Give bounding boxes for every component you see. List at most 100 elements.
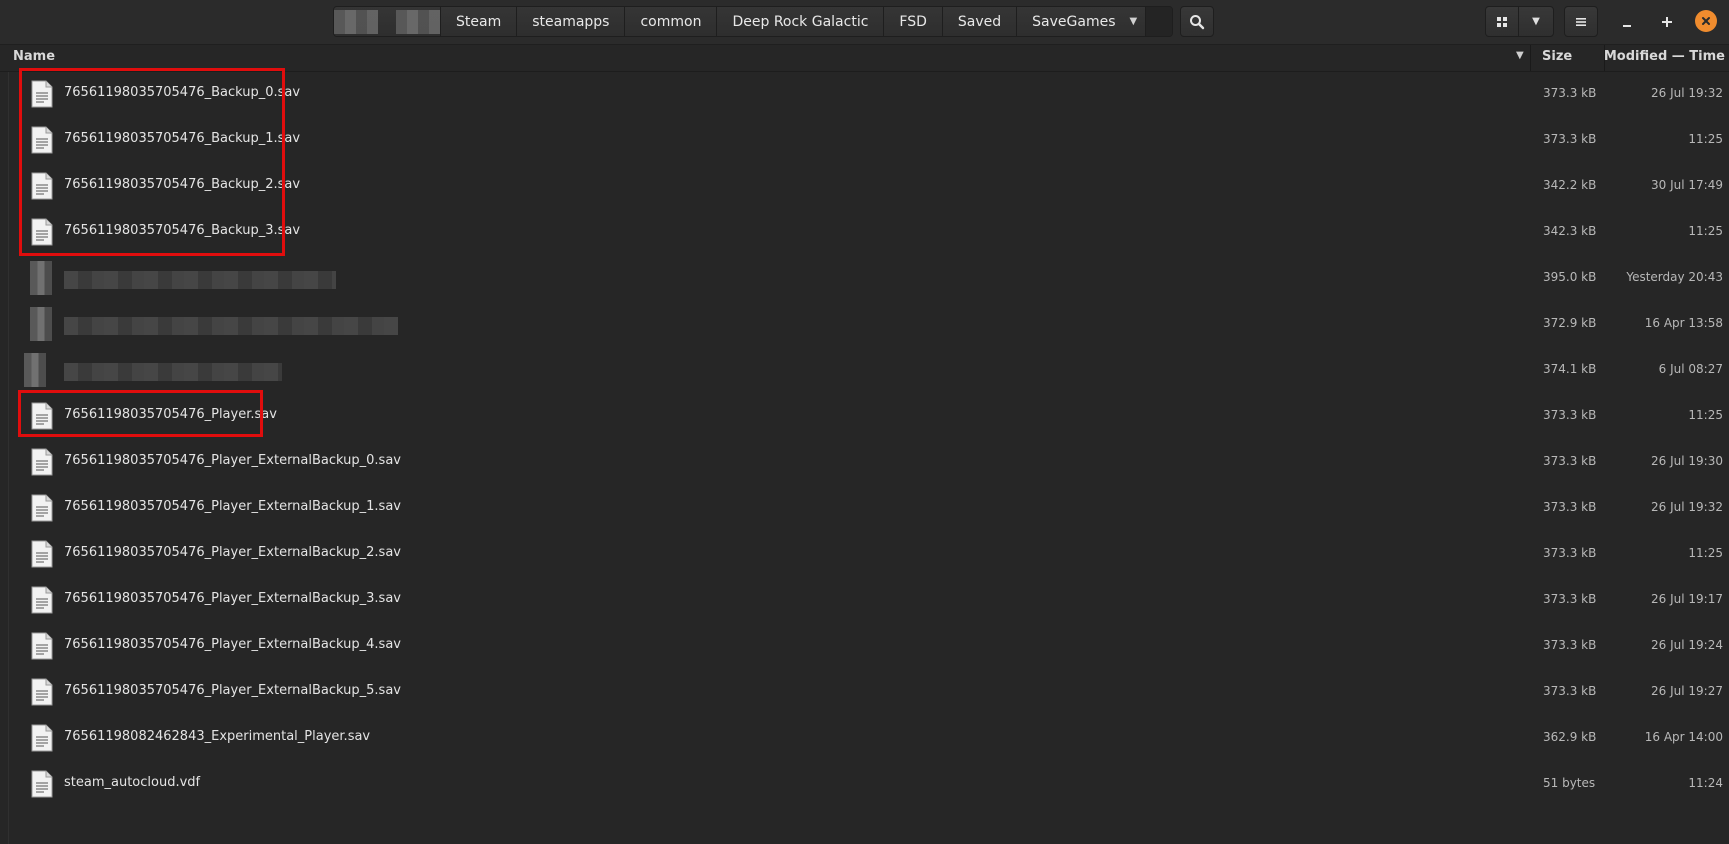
search-button[interactable] (1180, 6, 1214, 37)
redacted-icon (24, 353, 46, 387)
list-item[interactable]: 76561198035705476_Backup_2.sav 342.2 kB … (0, 164, 1729, 210)
list-item-redacted[interactable]: 372.9 kB 16 Apr 13:58 (0, 302, 1729, 348)
close-button[interactable] (1695, 10, 1717, 32)
list-item[interactable]: 76561198035705476_Player_ExternalBackup_… (0, 532, 1729, 578)
list-item[interactable]: 76561198035705476_Player.sav 373.3 kB 11… (0, 394, 1729, 440)
close-icon (1702, 17, 1710, 25)
text-file-icon (31, 678, 53, 706)
file-size: 373.3 kB (1543, 546, 1597, 560)
file-modified: 26 Jul 19:30 (1651, 454, 1723, 468)
grid-view-button[interactable] (1485, 6, 1519, 37)
file-modified: 16 Apr 14:00 (1644, 730, 1723, 744)
maximize-button[interactable] (1655, 10, 1679, 34)
redacted-icon (30, 307, 52, 341)
file-name: 76561198035705476_Player_ExternalBackup_… (64, 545, 401, 560)
breadcrumb-savegames-label: SaveGames (1032, 13, 1116, 30)
text-file-icon (31, 402, 53, 430)
list-item[interactable]: 76561198035705476_Player_ExternalBackup_… (0, 624, 1729, 670)
breadcrumb-steamapps[interactable]: steamapps (517, 7, 626, 36)
file-name: 76561198035705476_Backup_2.sav (64, 177, 301, 192)
breadcrumb-deep-rock-galactic[interactable]: Deep Rock Galactic (717, 7, 885, 36)
list-item[interactable]: 76561198082462843_Experimental_Player.sa… (0, 716, 1729, 762)
list-item[interactable]: 76561198035705476_Backup_3.sav 342.3 kB … (0, 210, 1729, 256)
file-modified: 26 Jul 19:32 (1651, 500, 1723, 514)
breadcrumb-savegames[interactable]: SaveGames ▼ (1017, 7, 1147, 36)
text-file-icon (31, 632, 53, 660)
list-item[interactable]: 76561198035705476_Backup_1.sav 373.3 kB … (0, 118, 1729, 164)
file-name: 76561198035705476_Player_ExternalBackup_… (64, 683, 401, 698)
path-bar: Steam steamapps common Deep Rock Galacti… (333, 6, 1173, 37)
maximize-icon (1662, 17, 1672, 27)
breadcrumb-steam[interactable]: Steam (441, 7, 518, 36)
file-modified: Yesterday 20:43 (1626, 270, 1723, 284)
column-size-header[interactable]: Size (1542, 49, 1572, 64)
file-name: 76561198035705476_Player_ExternalBackup_… (64, 453, 401, 468)
breadcrumb-redacted[interactable] (334, 7, 441, 36)
file-name: 76561198035705476_Backup_0.sav (64, 85, 301, 100)
file-name: 76561198035705476_Player_ExternalBackup_… (64, 591, 401, 606)
view-options-dropdown[interactable]: ▼ (1518, 6, 1554, 37)
file-size: 51 bytes (1543, 776, 1596, 790)
list-item[interactable]: 76561198035705476_Player_ExternalBackup_… (0, 670, 1729, 716)
redacted-block (396, 9, 440, 34)
list-item[interactable]: 76561198035705476_Player_ExternalBackup_… (0, 440, 1729, 486)
file-name: 76561198035705476_Backup_3.sav (64, 223, 301, 238)
text-file-icon (31, 448, 53, 476)
file-name: 76561198035705476_Player_ExternalBackup_… (64, 499, 401, 514)
sort-chevron-down-icon[interactable]: ▼ (1516, 50, 1524, 61)
search-icon (1190, 14, 1205, 29)
list-item[interactable]: steam_autocloud.vdf 51 bytes 11:24 (0, 762, 1729, 808)
list-item[interactable]: 76561198035705476_Backup_0.sav 373.3 kB … (0, 72, 1729, 118)
file-size: 373.3 kB (1543, 454, 1597, 468)
breadcrumb-fsd[interactable]: FSD (884, 7, 943, 36)
chevron-down-icon: ▼ (1129, 16, 1138, 27)
main-menu-button[interactable] (1564, 6, 1598, 37)
minimize-button[interactable] (1615, 10, 1639, 34)
file-name: 76561198035705476_Player_ExternalBackup_… (64, 637, 401, 652)
text-file-icon (31, 172, 53, 200)
column-name-header[interactable]: Name (13, 49, 55, 64)
file-manager-window: Steam steamapps common Deep Rock Galacti… (0, 0, 1729, 844)
list-item[interactable]: 76561198035705476_Player_ExternalBackup_… (0, 486, 1729, 532)
file-size: 395.0 kB (1543, 270, 1597, 284)
file-modified: 11:25 (1688, 132, 1723, 146)
file-modified: 11:25 (1688, 546, 1723, 560)
file-modified: 30 Jul 17:49 (1651, 178, 1723, 192)
file-size: 373.3 kB (1543, 500, 1597, 514)
text-file-icon (31, 586, 53, 614)
file-size: 372.9 kB (1543, 316, 1597, 330)
column-header: Name ▼ Size Modified — Time (0, 45, 1729, 72)
text-file-icon (31, 218, 53, 246)
column-divider[interactable] (1530, 45, 1531, 71)
chevron-down-icon: ▼ (1532, 16, 1540, 27)
header-bar: Steam steamapps common Deep Rock Galacti… (0, 0, 1729, 45)
file-modified: 16 Apr 13:58 (1644, 316, 1723, 330)
file-modified: 11:25 (1688, 408, 1723, 422)
text-file-icon (31, 770, 53, 798)
file-modified: 6 Jul 08:27 (1658, 362, 1723, 376)
file-size: 373.3 kB (1543, 408, 1597, 422)
breadcrumb-common[interactable]: common (625, 7, 718, 36)
hamburger-menu-icon (1576, 17, 1586, 26)
file-list: 76561198035705476_Backup_0.sav 373.3 kB … (0, 72, 1729, 844)
column-modified-header[interactable]: Modified — Time (1604, 49, 1725, 64)
redacted-file-name (64, 317, 398, 335)
file-size: 373.3 kB (1543, 684, 1597, 698)
redacted-icon (30, 261, 52, 295)
redacted-file-name (64, 363, 282, 381)
list-item-redacted[interactable]: 395.0 kB Yesterday 20:43 (0, 256, 1729, 302)
pathbar-empty-space[interactable] (1146, 7, 1172, 36)
breadcrumb-saved[interactable]: Saved (942, 7, 1018, 36)
file-modified: 11:24 (1688, 776, 1723, 790)
list-item[interactable]: 76561198035705476_Player_ExternalBackup_… (0, 578, 1729, 624)
file-size: 374.1 kB (1543, 362, 1597, 376)
redacted-block (334, 9, 378, 34)
file-modified: 11:25 (1688, 224, 1723, 238)
file-size: 342.2 kB (1543, 178, 1597, 192)
grid-view-icon (1497, 16, 1507, 27)
file-size: 373.3 kB (1543, 86, 1597, 100)
text-file-icon (31, 540, 53, 568)
list-item-redacted[interactable]: 374.1 kB 6 Jul 08:27 (0, 348, 1729, 394)
file-name: 76561198035705476_Backup_1.sav (64, 131, 301, 146)
text-file-icon (31, 724, 53, 752)
